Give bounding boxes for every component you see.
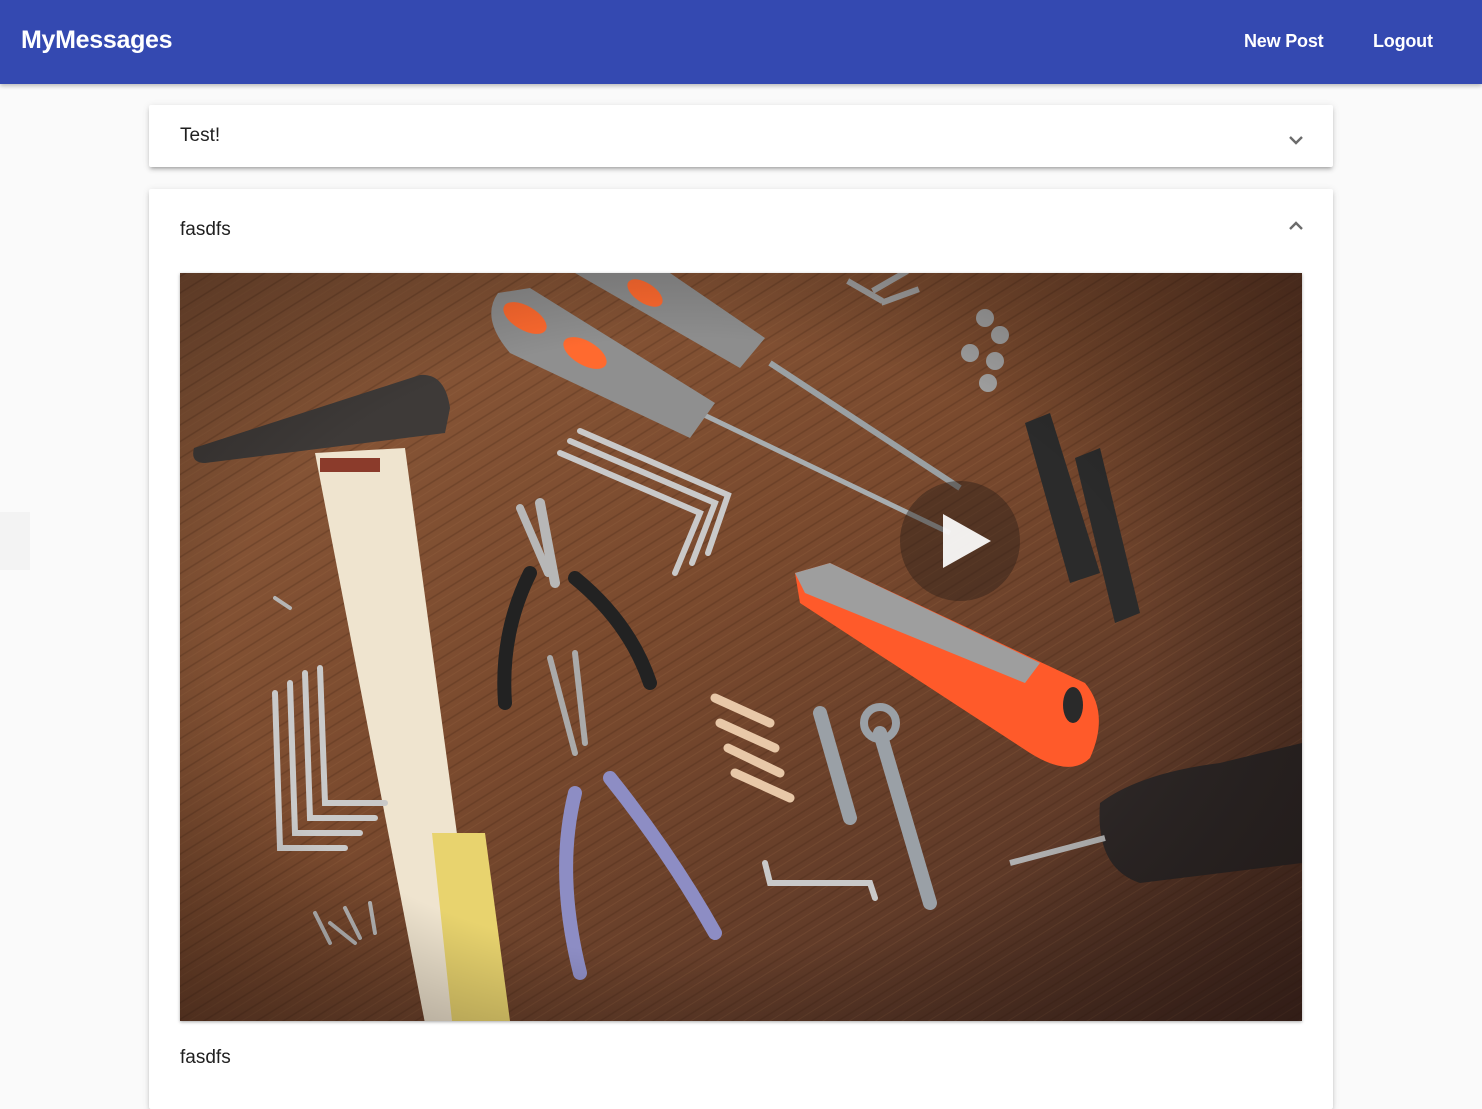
play-button[interactable] [900,481,1020,601]
post-panel-header[interactable]: Test! [149,105,1333,167]
post-caption: fasdfs [180,1047,231,1068]
new-post-button[interactable]: New Post [1244,31,1324,52]
chevron-down-icon[interactable] [1287,131,1305,149]
chevron-up-icon[interactable] [1287,217,1305,235]
play-icon [943,514,991,568]
post-panel-header[interactable]: fasdfs [149,189,1333,251]
post-panel: Test! [149,105,1333,167]
top-app-bar: MyMessages New Post Logout [0,0,1482,84]
post-title: fasdfs [180,219,231,240]
side-edge-tab [0,512,30,570]
app-title[interactable]: MyMessages [21,26,173,55]
video-thumbnail[interactable] [180,273,1302,1021]
post-panel-expanded: fasdfs fasdfs [149,189,1333,1109]
tools-photo [180,273,1302,1021]
post-title: Test! [180,125,221,146]
logout-button[interactable]: Logout [1373,31,1433,52]
